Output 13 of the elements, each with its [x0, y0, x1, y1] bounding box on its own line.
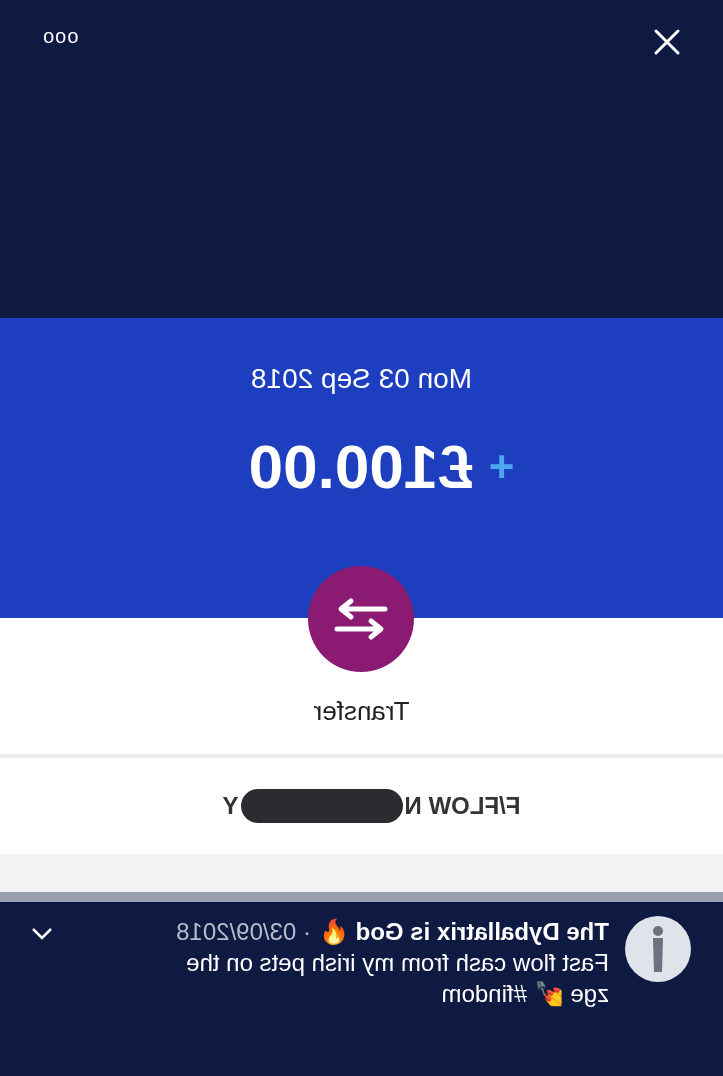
transaction-amount: £100.00: [248, 431, 473, 503]
transaction-date: Mon 03 Sep 2018: [250, 362, 473, 396]
notification-date: · 03/09/2018: [176, 917, 311, 947]
counterparty-name: F/FLOW N: [404, 791, 521, 821]
chevron-down-icon[interactable]: [30, 926, 54, 942]
more-button[interactable]: ooo: [42, 26, 79, 46]
transaction-type: Transfer: [313, 695, 410, 728]
notification-message: zge 💅 #findom: [440, 979, 609, 1009]
counterparty-name-end: Y: [222, 791, 239, 821]
notification-message: Fast flow cash from my irish pets on the: [185, 948, 609, 978]
close-icon[interactable]: [653, 28, 681, 56]
plus-sign: +: [488, 440, 515, 493]
notification-author: The Dyballatrix is God 🔥: [318, 917, 609, 947]
